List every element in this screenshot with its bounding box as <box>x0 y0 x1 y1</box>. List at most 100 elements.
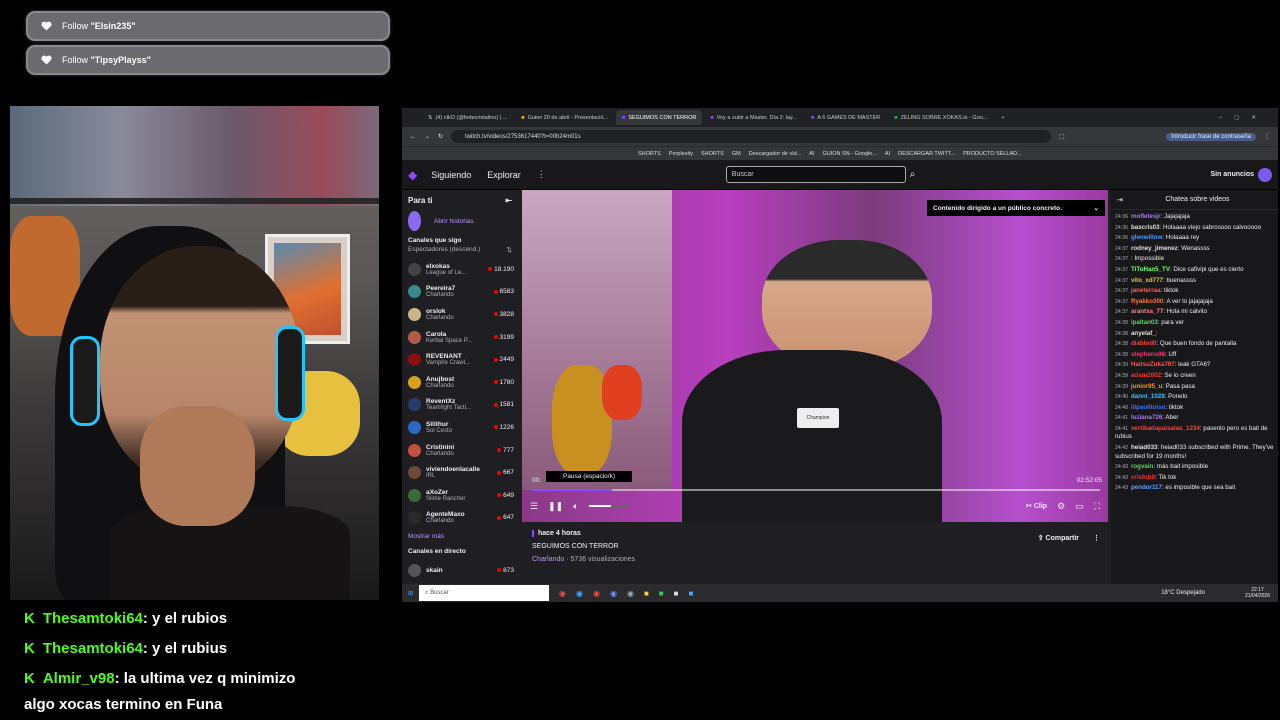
channel-item[interactable]: Peereira7 Charlando 6583 <box>402 281 518 304</box>
more-icon[interactable]: ⋮ <box>537 169 546 180</box>
twitch-logo-icon[interactable]: ◆ <box>408 168 417 182</box>
chat-username[interactable]: TiToHan5_TV <box>1131 266 1170 273</box>
bookmark-item[interactable]: SHORTS <box>701 151 724 157</box>
channel-item[interactable]: Anujbost Charlando 1780 <box>402 371 518 394</box>
browser-tab[interactable]: ■ Guion 20 de abril - Presentació... <box>515 110 614 125</box>
channel-item[interactable]: Cristinini Charlando 777 <box>402 439 518 462</box>
window-controls[interactable]: –▢✕ <box>1219 115 1268 121</box>
bookmark-item[interactable]: GM <box>732 151 741 157</box>
seek-bar[interactable] <box>532 489 1100 491</box>
chat-username[interactable]: adam2002 <box>1131 372 1161 379</box>
bookmark-item[interactable]: GUION SN - Google... <box>822 151 876 157</box>
windows-start-icon[interactable]: ⊞ <box>408 590 413 597</box>
chrome-icon[interactable]: ◉ <box>559 589 566 598</box>
chat-username[interactable]: diablod0 <box>1131 340 1156 347</box>
channel-item[interactable]: Carola Kerbal Space P... 3199 <box>402 326 518 349</box>
chapters-icon[interactable]: ☰ <box>530 501 538 512</box>
chat-username[interactable]: lilpaolitoiso <box>1131 404 1165 411</box>
chat-username[interactable]: anyelaf_ <box>1131 330 1156 337</box>
channel-item[interactable]: AgenteMaxo Charlando 647 <box>402 507 518 530</box>
chat-username[interactable]: cristob0 <box>1131 474 1155 481</box>
chat-username[interactable]: janeterraa <box>1131 287 1161 294</box>
search-input[interactable]: Buscar <box>725 166 906 183</box>
channel-item[interactable]: REVENANT Vampire Crawl... 2449 <box>402 348 518 371</box>
browser-tab[interactable]: ■ ZELING SOBRE XOKAS.ts - Goo... <box>888 110 993 125</box>
chat-username[interactable]: vito_xd777 <box>1131 277 1163 284</box>
chat-username[interactable]: rogvain <box>1131 463 1153 470</box>
browser-tab[interactable]: 𝕏 (4) ctkO (@fedecristalino) | ... <box>422 110 513 125</box>
clip-button[interactable]: ✂ Clip <box>1026 502 1047 510</box>
bookmark-item[interactable]: Perplexity <box>669 151 693 157</box>
chrome-icon[interactable]: ◉ <box>593 589 600 598</box>
url-input[interactable]: twitch.tv/videos/2753617440?t=00h24m01s <box>451 130 1052 143</box>
channel-item[interactable]: aXoZer Slime Rancher 649 <box>402 484 518 507</box>
volume-slider[interactable] <box>588 505 629 507</box>
channel-item[interactable]: elxokas League of Le... 18.190 <box>402 258 518 281</box>
steam-icon[interactable]: ◉ <box>627 589 634 598</box>
chat-username[interactable]: junior95_u <box>1131 383 1162 390</box>
browser-tab[interactable]: ■ A 6 GAMES DE MASTER <box>805 110 886 125</box>
chat-username[interactable]: pendor117 <box>1131 484 1162 491</box>
back-icon[interactable]: ← <box>410 134 416 140</box>
chat-username[interactable]: stephens96 <box>1131 351 1165 358</box>
bookmark-item[interactable]: PRODUCTO SELLAD... <box>963 151 1022 157</box>
bookmark-item[interactable]: SHORTS <box>638 151 661 157</box>
weather[interactable]: 18°C Despejado <box>1161 590 1205 596</box>
search-icon[interactable]: ⌕ <box>910 169 916 180</box>
chat-username[interactable]: vertikadapaisalas_1234 <box>1131 425 1200 432</box>
avatar[interactable] <box>1258 167 1272 182</box>
chat-username[interactable]: rodney_jimenez <box>1131 245 1178 252</box>
channel-item[interactable]: ReventXz Teamfight Tacti... 1581 <box>402 394 518 417</box>
pause-icon[interactable]: ❚❚ <box>548 501 563 512</box>
browser-tab-active[interactable]: ■ SEGUIMOS CON TERROR <box>615 110 703 125</box>
chat-username[interactable]: glenwillow <box>1131 234 1162 241</box>
video-player[interactable]: Champion Contenido dirigido a un público… <box>522 190 1108 522</box>
chat-username[interactable]: luziana726 <box>1131 414 1162 421</box>
forward-icon[interactable]: → <box>424 134 430 140</box>
collapse-chat-icon[interactable]: ⇥ <box>1117 196 1123 204</box>
share-button[interactable]: ⇪ Compartir <box>1038 534 1079 542</box>
chat-username[interactable]: Ryakko300 <box>1131 298 1163 305</box>
spreadsheet-icon[interactable]: ■ <box>659 589 664 598</box>
folder-icon[interactable]: ■ <box>644 589 649 598</box>
discord-icon[interactable]: ◉ <box>610 589 617 598</box>
edge-icon[interactable]: ◉ <box>576 589 583 598</box>
bookmark-item[interactable]: AI <box>809 151 814 157</box>
chat-username[interactable]: HaitsuZuka707 <box>1131 361 1175 368</box>
taskbar-search[interactable]: ⌕ Buscar <box>419 585 550 601</box>
collapse-icon[interactable]: ⇤ <box>505 196 512 205</box>
taskbar-clock[interactable]: 22:17 21/04/2026 <box>1245 587 1270 599</box>
channel-item[interactable]: viviendoenlacalle IRL 667 <box>402 461 518 484</box>
app-icon[interactable]: ■ <box>688 589 693 598</box>
bookmark-item[interactable]: AI <box>885 151 890 157</box>
bookmark-item[interactable]: DESCARGAR TWITT... <box>898 151 955 157</box>
notion-icon[interactable]: ■ <box>674 589 679 598</box>
open-stories[interactable]: Abrir historias <box>402 211 518 231</box>
channel-item[interactable]: Silithur Sol Cesto 1226 <box>402 416 518 439</box>
video-category[interactable]: Charlando <box>532 556 564 563</box>
mature-notice[interactable]: Contenido dirigido a un público concreto… <box>927 200 1105 216</box>
password-button[interactable]: Introducir frase de contraseña <box>1166 132 1256 141</box>
chat-username[interactable]: ipaltan03 <box>1131 319 1158 326</box>
nav-browse[interactable]: Explorar <box>487 170 521 180</box>
more-options-icon[interactable]: ⋮ <box>1093 534 1100 542</box>
settings-icon[interactable]: ⚙ <box>1057 501 1065 512</box>
no-ads-button[interactable]: Sin anuncios <box>1210 171 1254 178</box>
channel-item[interactable]: orslok Charlando 3828 <box>402 303 518 326</box>
chat-username[interactable]: heiad033 <box>1131 444 1157 451</box>
nav-following[interactable]: Siguiendo <box>431 170 471 180</box>
bookmark-item[interactable]: Descargador de víd... <box>749 151 802 157</box>
theatre-mode-icon[interactable]: ▭ <box>1075 501 1084 512</box>
reload-icon[interactable]: ↻ <box>438 133 443 140</box>
extensions-icon[interactable]: ⬚ <box>1059 133 1065 140</box>
menu-dots-icon[interactable]: ⋮ <box>1264 133 1270 140</box>
chat-username[interactable]: danni_1028 <box>1131 393 1165 400</box>
chat-username[interactable]: arantxa_77 <box>1131 308 1163 315</box>
fullscreen-icon[interactable]: ⛶ <box>1094 501 1100 512</box>
live-channel-item[interactable]: skain 873 <box>402 559 518 582</box>
new-tab-icon[interactable]: + <box>1001 115 1004 121</box>
show-more-link[interactable]: Mostrar más <box>402 529 518 544</box>
followed-sort[interactable]: Espectadores (descend.) ⇅ <box>402 246 518 258</box>
volume-icon[interactable]: 🔈︎ <box>573 501 578 512</box>
chat-username[interactable]: mofletesjr <box>1131 213 1161 220</box>
